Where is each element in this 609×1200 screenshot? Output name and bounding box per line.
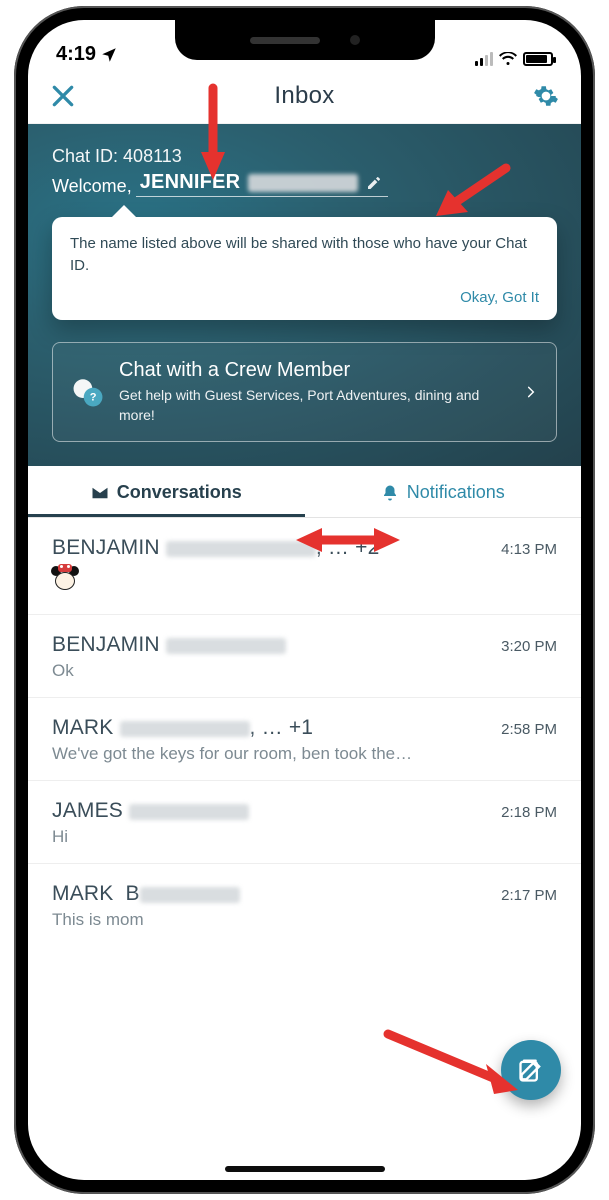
conversation-time: 3:20 PM bbox=[501, 638, 557, 655]
conversation-row[interactable]: BENJAMIN 3:20 PM Ok bbox=[28, 615, 581, 698]
battery-icon bbox=[523, 52, 553, 66]
chat-crew-card[interactable]: ? Chat with a Crew Member Get help with … bbox=[52, 342, 557, 442]
compose-icon bbox=[517, 1056, 545, 1084]
conversation-name: JAMES bbox=[52, 799, 249, 823]
minnie-emoji-icon bbox=[52, 566, 78, 592]
cellular-icon bbox=[475, 52, 493, 66]
svg-text:?: ? bbox=[90, 392, 97, 404]
gear-icon[interactable] bbox=[533, 83, 559, 109]
chat-id-value: 408113 bbox=[123, 146, 182, 166]
name-share-tooltip: The name listed above will be shared wit… bbox=[52, 217, 557, 320]
chat-id: Chat ID: 408113 bbox=[52, 146, 557, 167]
conversation-row[interactable]: JAMES 2:18 PM Hi bbox=[28, 781, 581, 864]
location-arrow-icon bbox=[100, 46, 118, 64]
pencil-icon bbox=[366, 175, 382, 191]
wifi-icon bbox=[499, 52, 517, 66]
chevron-right-icon bbox=[524, 385, 538, 399]
side-button bbox=[18, 276, 28, 356]
redacted bbox=[140, 887, 240, 903]
edit-name-button[interactable]: JENNIFER bbox=[136, 171, 389, 197]
redacted-lastname bbox=[248, 174, 358, 192]
conversation-time: 4:13 PM bbox=[501, 541, 557, 558]
redacted bbox=[129, 804, 249, 820]
conversation-preview: We've got the keys for our room, ben too… bbox=[52, 744, 482, 764]
conversation-time: 2:58 PM bbox=[501, 721, 557, 738]
conversation-time: 2:17 PM bbox=[501, 887, 557, 904]
conversation-preview bbox=[52, 566, 557, 598]
crew-title: Chat with a Crew Member bbox=[119, 359, 510, 382]
conversation-name: MARK B bbox=[52, 882, 240, 906]
tab-conversations[interactable]: Conversations bbox=[28, 466, 305, 517]
side-button bbox=[18, 376, 28, 456]
tooltip-text: The name listed above will be shared wit… bbox=[70, 233, 539, 277]
side-button bbox=[18, 206, 28, 250]
conversation-list: BENJAMIN , … +2 4:13 PM BENJAMIN bbox=[28, 518, 581, 946]
hero-panel: Chat ID: 408113 Welcome, JENNIFER The na… bbox=[28, 124, 581, 466]
redacted bbox=[166, 541, 316, 557]
conversation-name: BENJAMIN , … +2 bbox=[52, 536, 379, 560]
tab-conversations-label: Conversations bbox=[117, 482, 242, 503]
side-button bbox=[581, 286, 591, 396]
conversation-row[interactable]: MARK , … +1 2:58 PM We've got the keys f… bbox=[28, 698, 581, 781]
welcome-label: Welcome, bbox=[52, 176, 132, 197]
tabs: Conversations Notifications bbox=[28, 466, 581, 518]
notch bbox=[175, 20, 435, 60]
tab-notifications-label: Notifications bbox=[407, 482, 505, 503]
conversation-preview: Ok bbox=[52, 661, 482, 681]
conversation-preview: This is mom bbox=[52, 910, 482, 930]
redacted bbox=[120, 721, 250, 737]
username: JENNIFER bbox=[140, 171, 241, 194]
chat-id-label: Chat ID: bbox=[52, 146, 118, 166]
bell-icon bbox=[381, 484, 399, 502]
crew-subtitle: Get help with Guest Services, Port Adven… bbox=[119, 386, 510, 425]
close-icon[interactable] bbox=[50, 83, 76, 109]
device-frame: 4:19 Inbox Chat ID: 408113 bbox=[14, 6, 595, 1194]
conversation-row[interactable]: BENJAMIN , … +2 4:13 PM bbox=[28, 518, 581, 615]
home-indicator[interactable] bbox=[225, 1166, 385, 1172]
tab-notifications[interactable]: Notifications bbox=[305, 466, 582, 517]
conversation-time: 2:18 PM bbox=[501, 804, 557, 821]
status-time: 4:19 bbox=[56, 43, 96, 66]
envelope-icon bbox=[91, 484, 109, 502]
conversation-preview: Hi bbox=[52, 827, 482, 847]
screen: 4:19 Inbox Chat ID: 408113 bbox=[28, 20, 581, 1180]
compose-button[interactable] bbox=[501, 1040, 561, 1100]
conversation-name: BENJAMIN bbox=[52, 633, 286, 657]
page-title: Inbox bbox=[274, 82, 334, 110]
conversation-name: MARK , … +1 bbox=[52, 716, 313, 740]
redacted bbox=[166, 638, 286, 654]
chat-bubble-icon: ? bbox=[71, 375, 105, 409]
conversation-row[interactable]: MARK B 2:17 PM This is mom bbox=[28, 864, 581, 946]
navbar: Inbox bbox=[28, 68, 581, 124]
tooltip-ok-button[interactable]: Okay, Got It bbox=[70, 287, 539, 309]
